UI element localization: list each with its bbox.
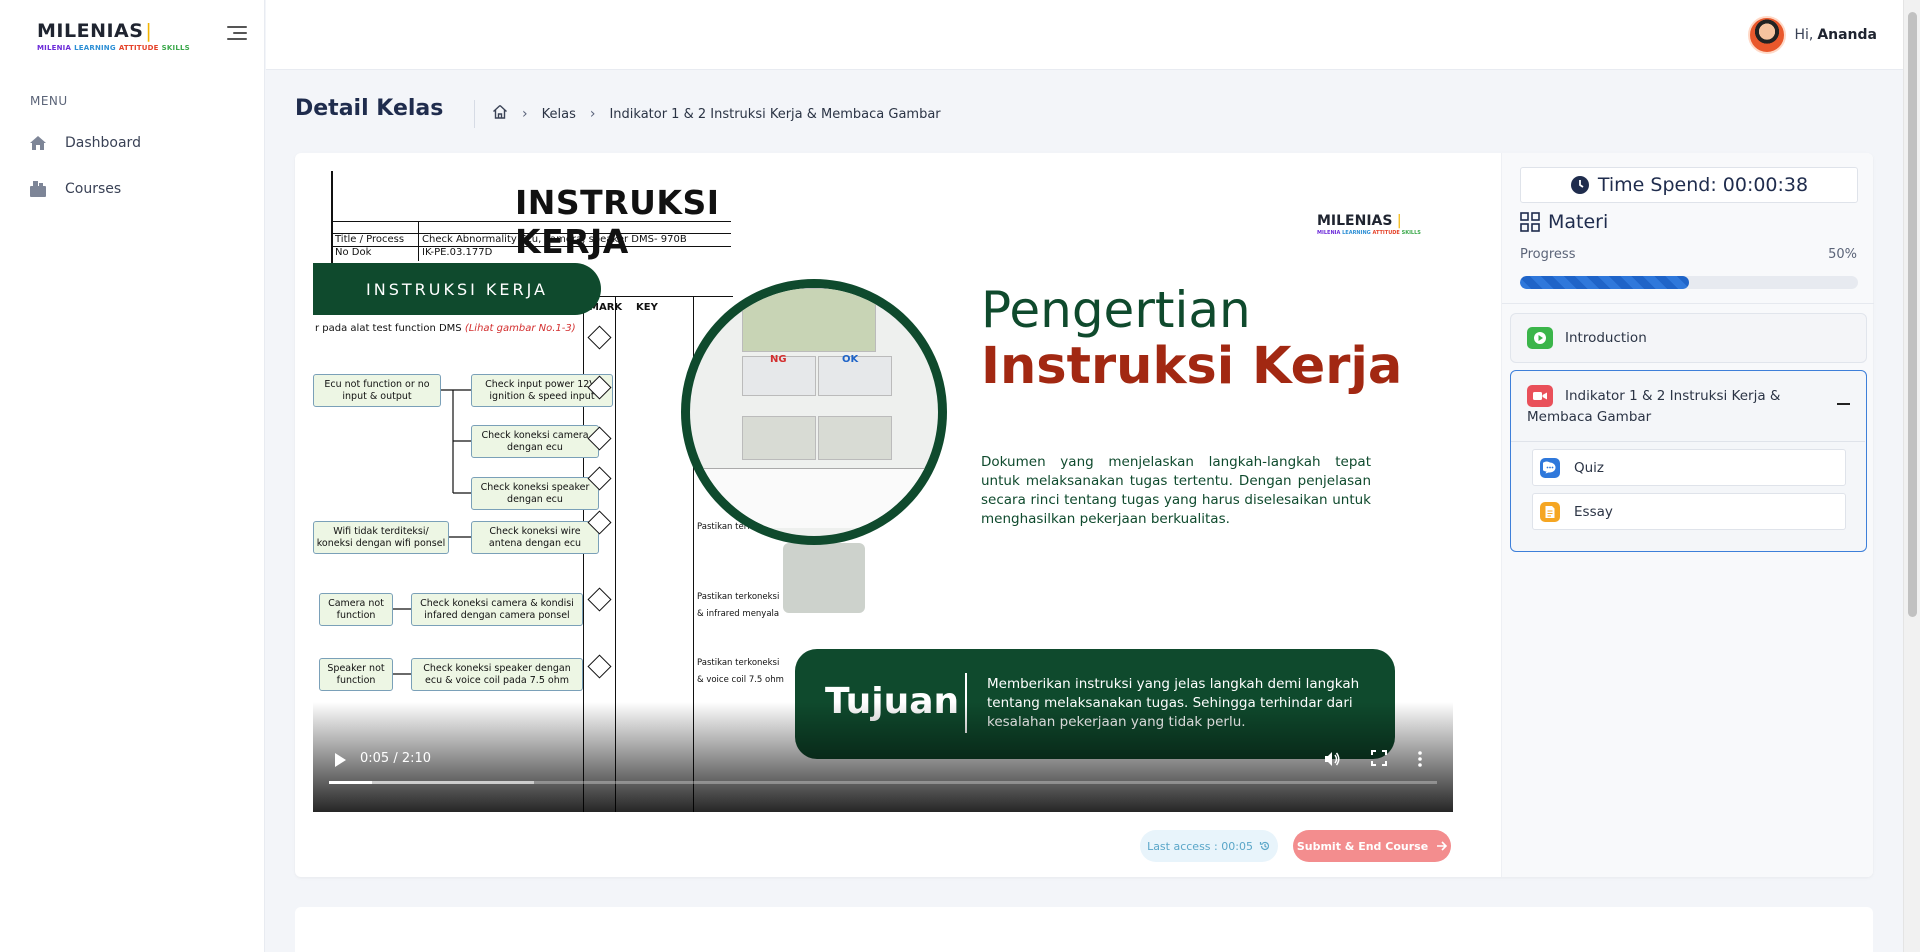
video-seek-bar[interactable]: [329, 781, 1437, 784]
sidebar-item-label: Courses: [65, 181, 122, 197]
secondary-card: [295, 907, 1873, 952]
page-scrollbar[interactable]: [1903, 0, 1920, 952]
progress-label: Progress: [1520, 247, 1576, 262]
scrollbar-thumb[interactable]: [1908, 12, 1917, 617]
materi-sub-item-quiz[interactable]: Quiz: [1532, 449, 1846, 486]
breadcrumb-divider: [474, 100, 475, 128]
last-access-button[interactable]: Last access : 00:05: [1140, 830, 1278, 862]
ok-label: OK: [842, 354, 859, 365]
sub-item-label: Essay: [1574, 503, 1613, 520]
brand-logo[interactable]: MILENIAS | MILENIA LEARNING ATTITUDE SKILLS: [37, 20, 193, 52]
grid-icon: [1520, 212, 1540, 232]
top-bar: Hi, Ananda: [266, 0, 1903, 70]
progress-fill: [1520, 276, 1689, 289]
fullscreen-icon[interactable]: [1371, 750, 1387, 770]
progress-bar: [1520, 276, 1858, 289]
more-options-icon[interactable]: [1417, 750, 1423, 772]
volume-icon[interactable]: [1323, 750, 1341, 772]
home-icon[interactable]: [492, 104, 508, 124]
breadcrumb-kelas[interactable]: Kelas: [542, 107, 576, 122]
sidebar: MILENIAS | MILENIA LEARNING ATTITUDE SKILLS …: [0, 0, 265, 952]
tagline-word: MILENIA: [37, 44, 72, 52]
sidebar-item-label: Dashboard: [65, 135, 141, 151]
tagline-word: ATTITUDE: [1372, 230, 1400, 236]
play-icon[interactable]: [333, 752, 349, 768]
arrow-right-icon: [1437, 841, 1448, 851]
video-controls: 0:05 / 2:10: [313, 750, 1453, 812]
user-name: Ananda: [1817, 27, 1877, 43]
tagline-word: ATTITUDE: [118, 44, 159, 52]
doc-col-key: KEY: [636, 302, 658, 313]
page-title: Detail Kelas: [295, 96, 444, 121]
key-note: Pastikan terkoneksi & infrared menyala: [697, 592, 780, 619]
video-time: 0:05 / 2:10: [360, 751, 432, 766]
menu-toggle-icon[interactable]: [225, 26, 247, 44]
home-icon: [28, 134, 48, 152]
slide-heading-2: Instruksi Kerja: [981, 337, 1403, 396]
brand-name: MILENIAS: [37, 20, 144, 42]
avatar: [1748, 16, 1787, 54]
slide-heading-1: Pengertian: [981, 281, 1251, 339]
materi-panel: Time Spend: 00:00:38 Materi Progress 50%…: [1501, 153, 1874, 877]
materi-item-introduction[interactable]: Introduction: [1510, 313, 1867, 363]
courses-icon: [28, 180, 48, 198]
tagline-word: LEARNING: [74, 44, 116, 52]
slide-logo-text: MILENIAS: [1317, 213, 1393, 229]
ng-label: NG: [770, 354, 787, 365]
progress-percent: 50%: [1828, 247, 1857, 262]
video-player[interactable]: INSTRUKSI KERJA Title / Process Check Ab…: [313, 171, 1453, 812]
breadcrumb: › Kelas › Indikator 1 & 2 Instruksi Kerj…: [474, 100, 941, 128]
history-icon: [1259, 841, 1269, 851]
last-access-label: Last access : 00:05: [1147, 839, 1253, 853]
tagline-word: SKILLS: [161, 44, 190, 52]
sidebar-item-courses[interactable]: Courses: [28, 180, 121, 198]
quiz-icon: [1540, 457, 1560, 478]
time-spend: Time Spend: 00:00:38: [1520, 167, 1858, 203]
play-icon: [1527, 327, 1553, 349]
clock-icon: [1570, 176, 1589, 194]
slide-logo: MILENIAS | MILENIA LEARNING ATTITUDE SKI…: [1317, 213, 1421, 236]
seek-played: [329, 781, 372, 784]
tagline-word: LEARNING: [1342, 230, 1371, 236]
collapse-icon[interactable]: [1837, 403, 1850, 405]
materi-item-label: Introduction: [1565, 330, 1647, 346]
brand-tagline: MILENIA LEARNING ATTITUDE SKILLS: [37, 44, 193, 52]
submit-end-course-button[interactable]: Submit & End Course: [1293, 830, 1451, 862]
user-menu[interactable]: Hi, Ananda: [1748, 16, 1877, 54]
essay-icon: [1540, 501, 1560, 522]
materi-item-indikator: Indikator 1 & 2 Instruksi Kerja & Membac…: [1510, 370, 1867, 552]
key-note: Pastikan terkoneksi & voice coil 7.5 ohm: [697, 658, 784, 685]
course-card: INSTRUKSI KERJA Title / Process Check Ab…: [295, 153, 1874, 877]
materi-label: Materi: [1548, 211, 1609, 233]
chevron-right-icon: ›: [522, 106, 528, 122]
slide-paragraph: Dokumen yang menjelaskan langkah-langkah…: [981, 454, 1371, 527]
materi-item-indikator-header[interactable]: Indikator 1 & 2 Instruksi Kerja & Membac…: [1527, 385, 1827, 428]
menu-label: MENU: [30, 94, 68, 108]
video-icon: [1527, 385, 1553, 407]
greeting: Hi,: [1794, 27, 1814, 43]
tagline-word: SKILLS: [1401, 230, 1421, 236]
submit-label: Submit & End Course: [1296, 839, 1429, 853]
chevron-right-icon: ›: [589, 106, 596, 122]
materi-item-label: Indikator 1 & 2 Instruksi Kerja & Membac…: [1527, 388, 1781, 425]
materi-heading: Materi: [1520, 211, 1608, 233]
device-photo-collage: NG OK: [681, 279, 947, 545]
materi-sub-item-essay[interactable]: Essay: [1532, 493, 1846, 530]
sidebar-item-dashboard[interactable]: Dashboard: [28, 134, 141, 152]
breadcrumb-current: Indikator 1 & 2 Instruksi Kerja & Membac…: [609, 106, 941, 122]
device-photo: [783, 543, 865, 613]
tagline-word: MILENIA: [1317, 230, 1341, 236]
time-spend-label: Time Spend: 00:00:38: [1597, 174, 1809, 196]
sub-item-label: Quiz: [1574, 459, 1605, 476]
